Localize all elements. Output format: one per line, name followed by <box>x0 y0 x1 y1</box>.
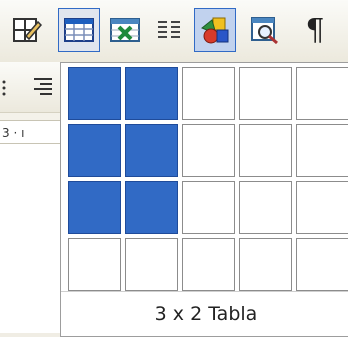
table-grid-cell[interactable] <box>296 181 348 234</box>
insert-table-button[interactable] <box>58 8 100 52</box>
table-size-grid[interactable] <box>68 67 348 291</box>
page-area <box>0 144 60 333</box>
table-grid-cell[interactable] <box>239 124 292 177</box>
bullets-icon[interactable] <box>0 78 14 102</box>
table-grid-cell[interactable] <box>182 181 235 234</box>
table-grid-cell[interactable] <box>68 67 121 120</box>
drawing-icon <box>199 14 231 46</box>
table-grid-cell[interactable] <box>68 238 121 291</box>
table-grid-cell[interactable] <box>296 67 348 120</box>
table-grid-cell[interactable] <box>125 124 178 177</box>
columns-button[interactable] <box>148 8 190 52</box>
insert-table-dropdown: 3 x 2 Tabla <box>60 62 348 337</box>
ruler: 3 · ı <box>0 120 60 144</box>
draw-table-button[interactable] <box>6 8 48 52</box>
table-grid-cell[interactable] <box>125 181 178 234</box>
table-grid-cell[interactable] <box>239 181 292 234</box>
insert-excel-sheet-button[interactable] <box>104 8 146 52</box>
table-grid-cell[interactable] <box>68 181 121 234</box>
table-grid-cell[interactable] <box>182 124 235 177</box>
document-map-icon <box>250 16 280 44</box>
draw-table-icon <box>12 16 42 44</box>
formatting-toolbar <box>0 62 60 113</box>
insert-table-icon <box>63 17 95 43</box>
table-grid-cell[interactable] <box>182 238 235 291</box>
document-area: 3 · ı <box>0 62 60 333</box>
table-grid-cell[interactable] <box>239 238 292 291</box>
table-grid-cell[interactable] <box>296 238 348 291</box>
columns-icon <box>155 17 183 43</box>
table-grid-cell[interactable] <box>125 238 178 291</box>
show-hide-icon: ¶ <box>305 12 325 48</box>
table-grid-cell[interactable] <box>125 67 178 120</box>
align-right-icon[interactable] <box>30 76 54 102</box>
table-grid-cell[interactable] <box>239 67 292 120</box>
document-map-button[interactable] <box>244 8 286 52</box>
table-size-caption: 3 x 2 Tabla <box>61 291 348 336</box>
show-hide-button[interactable]: ¶ <box>294 8 336 52</box>
drawing-button[interactable] <box>194 8 236 52</box>
table-grid-cell[interactable] <box>182 67 235 120</box>
standard-toolbar: ¶ <box>0 0 348 63</box>
table-grid-cell[interactable] <box>296 124 348 177</box>
table-grid-cell[interactable] <box>68 124 121 177</box>
insert-excel-sheet-icon <box>109 17 141 43</box>
